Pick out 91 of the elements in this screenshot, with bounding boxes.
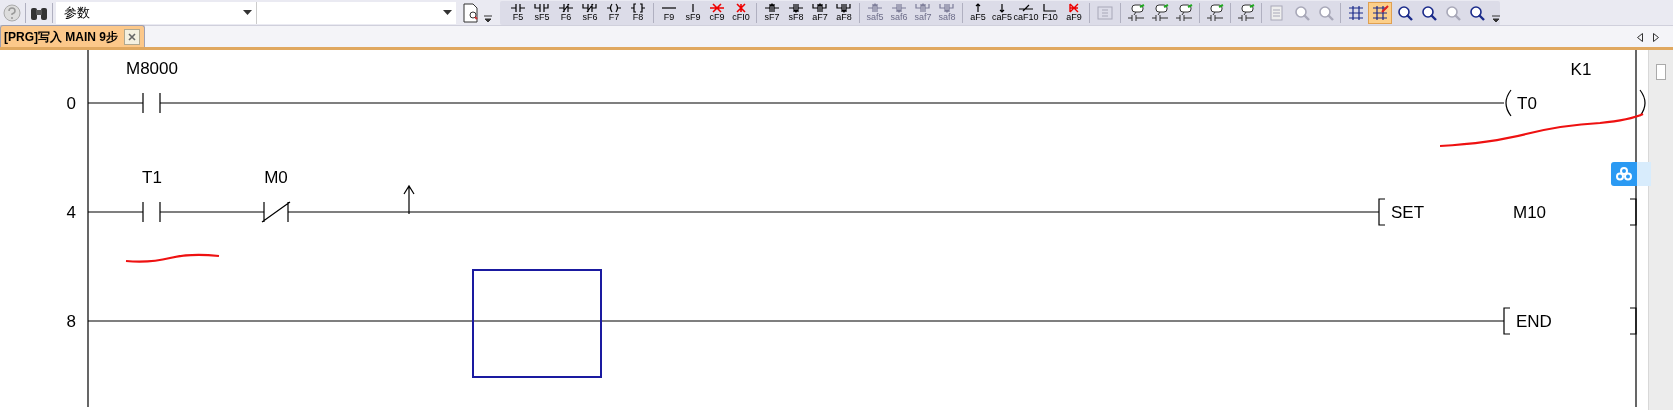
- dropdown-arrow-icon: [443, 9, 452, 16]
- ladder-key-button[interactable]: F10: [1038, 0, 1062, 25]
- st-icon: [1096, 3, 1114, 22]
- coil-open-bracket: [1505, 89, 1512, 117]
- coil-label: T0: [1517, 94, 1537, 113]
- ladder-key-button[interactable]: F5: [506, 0, 530, 25]
- ladder-symbol-icon: [1042, 3, 1058, 13]
- ladder-symbol-icon: [939, 3, 955, 13]
- instruction-operand: M10: [1513, 203, 1547, 222]
- ladder-symbol-icon: [606, 3, 622, 13]
- magnifier-icon: [1292, 3, 1310, 22]
- floating-widget[interactable]: [1611, 162, 1651, 186]
- ladder-symbol-icon: [975, 3, 981, 13]
- instruction-close-bracket: [1629, 198, 1637, 226]
- device-label: M8000: [126, 59, 178, 78]
- instruction-label: END: [1516, 312, 1552, 331]
- ladder-key-button[interactable]: sF7: [760, 0, 784, 25]
- comment-icon: [1127, 3, 1145, 22]
- document-tab[interactable]: [PRG]写入 MAIN 9步: [0, 25, 145, 47]
- ladder-symbol-icon: [915, 3, 931, 13]
- comment-icon: [1237, 3, 1255, 22]
- comment-icon: [1175, 3, 1193, 22]
- vertical-scrollbar[interactable]: [1648, 50, 1673, 410]
- magnifier-icon: [1419, 3, 1437, 22]
- instruction-open-bracket: [1378, 198, 1386, 226]
- device-label: M0: [264, 168, 288, 187]
- ladder-icon: [1371, 3, 1389, 22]
- ladder-symbol-icon: [999, 3, 1005, 13]
- ladder-symbol-icon: [534, 3, 550, 13]
- ladder-key-button[interactable]: cFI0: [729, 0, 753, 25]
- ladder-symbol-icon: [1018, 3, 1034, 13]
- ladder-symbol-icon: [690, 3, 696, 13]
- document-search-icon[interactable]: [462, 2, 480, 23]
- ladder-key-button[interactable]: sF8: [784, 0, 808, 25]
- ladder-symbol-icon: [867, 3, 883, 13]
- ladder-button[interactable]: [1368, 1, 1392, 24]
- rising-edge-arrow: [403, 184, 415, 215]
- ladder-icon: [1347, 3, 1365, 22]
- instruction-label: SET: [1391, 203, 1425, 222]
- toolbar-overflow-icon[interactable]: [484, 15, 492, 23]
- ladder-key-button[interactable]: cF9: [705, 0, 729, 25]
- ladder-key-button[interactable]: sF9: [681, 0, 705, 25]
- contact-symbol: [142, 201, 161, 223]
- dropdown-arrow-icon: [243, 9, 252, 16]
- ladder-symbol-icon: [733, 3, 749, 13]
- contact-symbol: [142, 92, 161, 114]
- comment-icon: [1206, 3, 1224, 22]
- ladder-key-button[interactable]: sF5: [530, 0, 554, 25]
- ladder-symbol-icon: [558, 3, 574, 13]
- scroll-left-icon[interactable]: [1637, 33, 1643, 42]
- ladder-symbol-icon: [510, 3, 526, 13]
- step-number: 4: [66, 203, 76, 222]
- document-icon: [1268, 3, 1286, 22]
- normally-closed-contact-symbol: [261, 201, 291, 223]
- magnifier-icon: [1467, 3, 1485, 22]
- ladder-symbol-icon: [788, 3, 804, 13]
- toolbar-overflow-icon[interactable]: [1492, 14, 1500, 23]
- ladder-symbol-icon: [812, 3, 828, 13]
- magnifier-icon: [1316, 3, 1334, 22]
- ladder-symbol-icon: [836, 3, 852, 13]
- ladder-key-button[interactable]: caF5: [990, 0, 1014, 25]
- scroll-right-icon[interactable]: [1653, 33, 1659, 42]
- instruction-open-bracket: [1503, 307, 1511, 335]
- close-button[interactable]: [124, 28, 140, 45]
- magnifier-icon: [1443, 3, 1461, 22]
- step-number: 0: [66, 94, 76, 113]
- ladder-key-button[interactable]: F9: [657, 0, 681, 25]
- ladder-key-button[interactable]: F7: [602, 0, 626, 25]
- ladder-symbol-icon: [630, 3, 646, 13]
- ladder-symbol-icon: [891, 3, 907, 13]
- ladder-symbol-icon: [582, 3, 598, 13]
- edit-cursor[interactable]: [472, 269, 602, 378]
- combo-box[interactable]: 参数: [56, 1, 256, 24]
- instruction-close-bracket: [1629, 307, 1637, 335]
- ladder-symbol-icon: [709, 3, 725, 13]
- device-label: T1: [142, 168, 162, 187]
- step-number: 8: [66, 312, 76, 331]
- ladder-key-button[interactable]: caF10: [1014, 0, 1038, 25]
- timer-constant: K1: [1570, 60, 1592, 79]
- ladder-key-button[interactable]: aF8: [832, 0, 856, 25]
- ladder-symbol-icon: [764, 3, 780, 13]
- ladder-key-button[interactable]: F6: [554, 0, 578, 25]
- ladder-key-button[interactable]: aF9: [1062, 0, 1086, 25]
- close-icon: [128, 32, 136, 41]
- ladder-key-button[interactable]: F8: [626, 0, 650, 25]
- cloud-icon: [1615, 167, 1633, 181]
- ladder-key-button[interactable]: aF7: [808, 0, 832, 25]
- comment-icon: [1151, 3, 1169, 22]
- magnifier-icon: [1395, 3, 1413, 22]
- ladder-key-button[interactable]: sF6: [578, 0, 602, 25]
- ladder-key-button[interactable]: aF5: [966, 0, 990, 25]
